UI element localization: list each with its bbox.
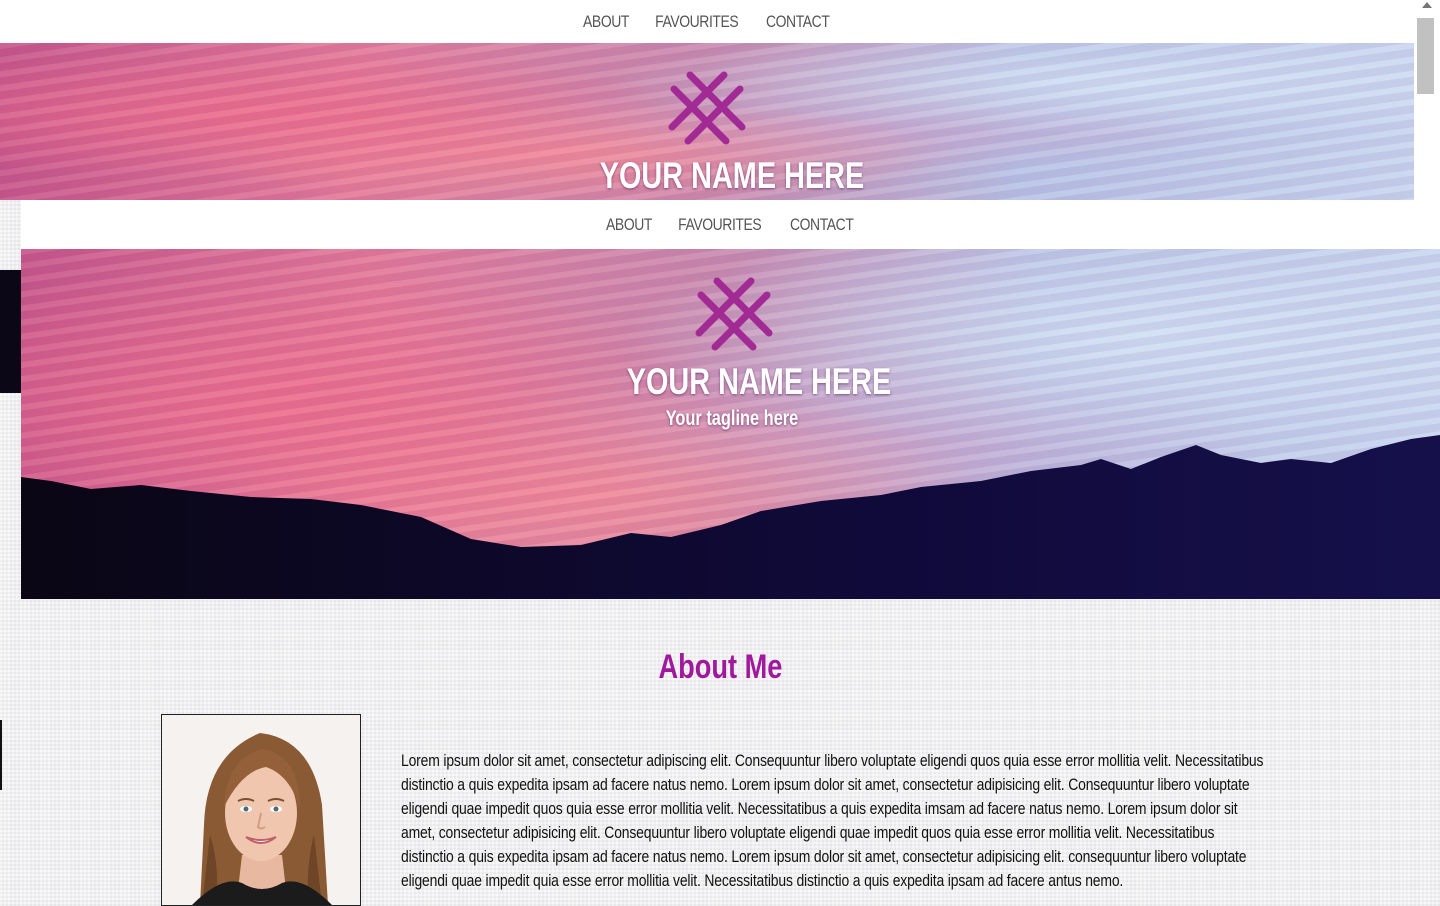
hero-banner: YOUR NAME HERE Your tagline here: [21, 249, 1440, 599]
about-heading: About Me: [0, 648, 1440, 687]
ghost-site-name: YOUR NAME HERE: [599, 155, 865, 196]
about-heading-text: About Me: [658, 648, 782, 686]
ghost-crosshatch-logo-icon: [668, 71, 746, 145]
tagline: Your tagline here: [665, 407, 799, 430]
about-paragraph: Lorem ipsum dolor sit amet, consectetur …: [401, 751, 1264, 890]
ghost-nav-about[interactable]: ABOUT: [583, 12, 629, 32]
main-nav-bar: ABOUT FAVOURITES CONTACT: [21, 200, 1440, 249]
ghost-mountain-edge: [0, 270, 21, 393]
profile-photo: [161, 714, 361, 906]
scroll-up-arrow-icon[interactable]: [1422, 2, 1432, 8]
ghost-nav-favourites[interactable]: FAVOURITES: [655, 12, 739, 32]
portrait-illustration: [162, 715, 360, 905]
ghost-hero-banner: YOUR NAME HERE: [0, 43, 1414, 200]
ghost-nav-contact[interactable]: CONTACT: [766, 12, 830, 32]
scrollbar[interactable]: [1414, 0, 1440, 200]
crosshatch-logo-icon: [695, 277, 773, 351]
site-name: YOUR NAME HERE: [626, 361, 892, 402]
ghost-nav-bar: ABOUT FAVOURITES CONTACT: [0, 0, 1414, 43]
nav-about[interactable]: ABOUT: [606, 215, 652, 235]
left-edge-marker: [0, 720, 2, 790]
nav-favourites[interactable]: FAVOURITES: [678, 215, 762, 235]
scrollbar-thumb[interactable]: [1417, 18, 1434, 94]
nav-contact[interactable]: CONTACT: [790, 215, 854, 235]
